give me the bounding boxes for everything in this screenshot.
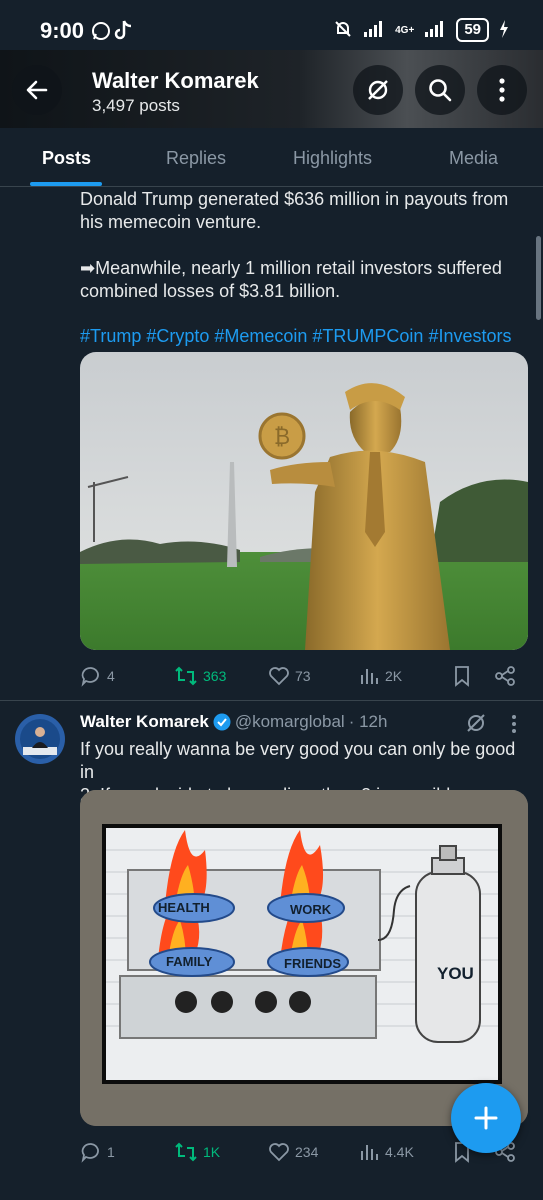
- back-arrow-icon: [26, 80, 48, 100]
- post1-text-line: ➡Meanwhile, nearly 1 million retail inve…: [80, 258, 502, 278]
- post-divider: [0, 700, 543, 701]
- heart-icon: [269, 667, 289, 686]
- views-count: 4.4K: [385, 1144, 414, 1160]
- repost-count: 1K: [203, 1144, 221, 1160]
- post-more-button[interactable]: [511, 714, 517, 739]
- image-label-work: WORK: [290, 902, 332, 917]
- image-label-family: FAMILY: [166, 954, 213, 969]
- status-time: 9:00: [40, 18, 85, 43]
- repost-button[interactable]: 363: [174, 665, 226, 687]
- reply-count: 4: [107, 668, 115, 684]
- network-type: 4G+: [395, 24, 415, 36]
- views-button[interactable]: 2K: [358, 665, 402, 687]
- signal-icon: [424, 20, 446, 41]
- repost-button[interactable]: 1K: [174, 1141, 220, 1163]
- image-label-friends: FRIENDS: [284, 956, 342, 971]
- grok-button[interactable]: [353, 65, 403, 115]
- reply-button[interactable]: 4: [80, 665, 115, 687]
- verified-badge-icon: [213, 713, 231, 731]
- post-timestamp[interactable]: · 12h: [349, 712, 388, 732]
- tab-posts[interactable]: Posts: [42, 148, 91, 169]
- like-button[interactable]: 73: [268, 665, 311, 687]
- tab-replies[interactable]: Replies: [166, 148, 226, 169]
- post1-action-bar: 4 363 73 2K: [80, 665, 520, 695]
- reply-icon: [81, 1143, 99, 1163]
- compose-post-button[interactable]: [451, 1083, 521, 1153]
- post2-author-line: Walter Komarek @komarglobal · 12h: [80, 712, 387, 732]
- more-options-button[interactable]: [477, 65, 527, 115]
- profile-tabs: Posts Replies Highlights Media: [0, 128, 543, 187]
- svg-text:₿: ₿: [274, 425, 290, 450]
- more-vertical-icon: [499, 78, 505, 102]
- post1-hashtags[interactable]: #Trump #Crypto #Memecoin #TRUMPCoin #Inv…: [80, 325, 530, 348]
- like-count: 73: [295, 668, 311, 684]
- search-icon: [429, 79, 452, 102]
- post1-image[interactable]: ₿: [80, 352, 528, 650]
- repost-icon: [175, 666, 197, 686]
- profile-post-count: 3,497 posts: [92, 96, 180, 115]
- bookmark-button[interactable]: [452, 665, 472, 687]
- reply-button[interactable]: 1: [80, 1141, 115, 1163]
- like-button[interactable]: 234: [268, 1141, 318, 1163]
- more-vertical-icon: [512, 715, 516, 733]
- author-handle[interactable]: @komarglobal: [235, 712, 345, 732]
- post1-text-line: his memecoin venture.: [80, 212, 262, 232]
- status-icons: 4G+ 59: [333, 18, 509, 42]
- back-button[interactable]: [12, 65, 62, 115]
- views-icon: [361, 669, 378, 684]
- post2-action-bar: 1 1K 234 4.4K: [80, 1141, 520, 1171]
- repost-count: 363: [203, 668, 227, 684]
- heart-icon: [269, 1143, 289, 1162]
- like-count: 234: [295, 1144, 319, 1160]
- post1-text-line: Donald Trump generated $636 million in p…: [80, 189, 509, 209]
- share-button[interactable]: [494, 665, 516, 687]
- author-name[interactable]: Walter Komarek: [80, 712, 209, 732]
- avatar[interactable]: [15, 714, 65, 764]
- charging-icon: [499, 19, 509, 41]
- post1-text-line: combined losses of $3.81 billion.: [80, 281, 341, 301]
- share-icon: [495, 666, 515, 686]
- reply-count: 1: [107, 1144, 115, 1160]
- whatsapp-icon: [90, 20, 112, 47]
- tab-highlights[interactable]: Highlights: [293, 148, 372, 169]
- tab-media[interactable]: Media: [449, 148, 498, 169]
- repost-icon: [175, 1142, 197, 1162]
- active-tab-indicator: [30, 182, 102, 186]
- views-count: 2K: [385, 668, 403, 684]
- post2-image[interactable]: HEALTH WORK FAMILY FRIENDS YOU: [80, 790, 528, 1126]
- battery-level: 59: [456, 18, 489, 42]
- bookmark-icon: [455, 666, 469, 687]
- grok-icon: [368, 80, 388, 100]
- views-button[interactable]: 4.4K: [358, 1141, 414, 1163]
- post1-text: Donald Trump generated $636 million in p…: [80, 188, 530, 348]
- views-icon: [361, 1145, 378, 1160]
- plus-icon: [474, 1106, 498, 1130]
- image-label-health: HEALTH: [158, 900, 210, 915]
- search-button[interactable]: [415, 65, 465, 115]
- reply-icon: [81, 667, 99, 687]
- scrollbar-thumb[interactable]: [536, 236, 541, 320]
- grok-icon: [467, 714, 485, 732]
- mute-bell-icon: [333, 19, 353, 42]
- grok-button[interactable]: [465, 712, 487, 739]
- tiktok-icon: [114, 19, 134, 46]
- post2-text-line: If you really wanna be very good you can…: [80, 739, 516, 782]
- profile-name: Walter Komarek: [92, 68, 259, 93]
- signal-icon: [363, 20, 385, 41]
- system-navigation-bar: [0, 1188, 543, 1200]
- image-label-you: YOU: [437, 964, 474, 983]
